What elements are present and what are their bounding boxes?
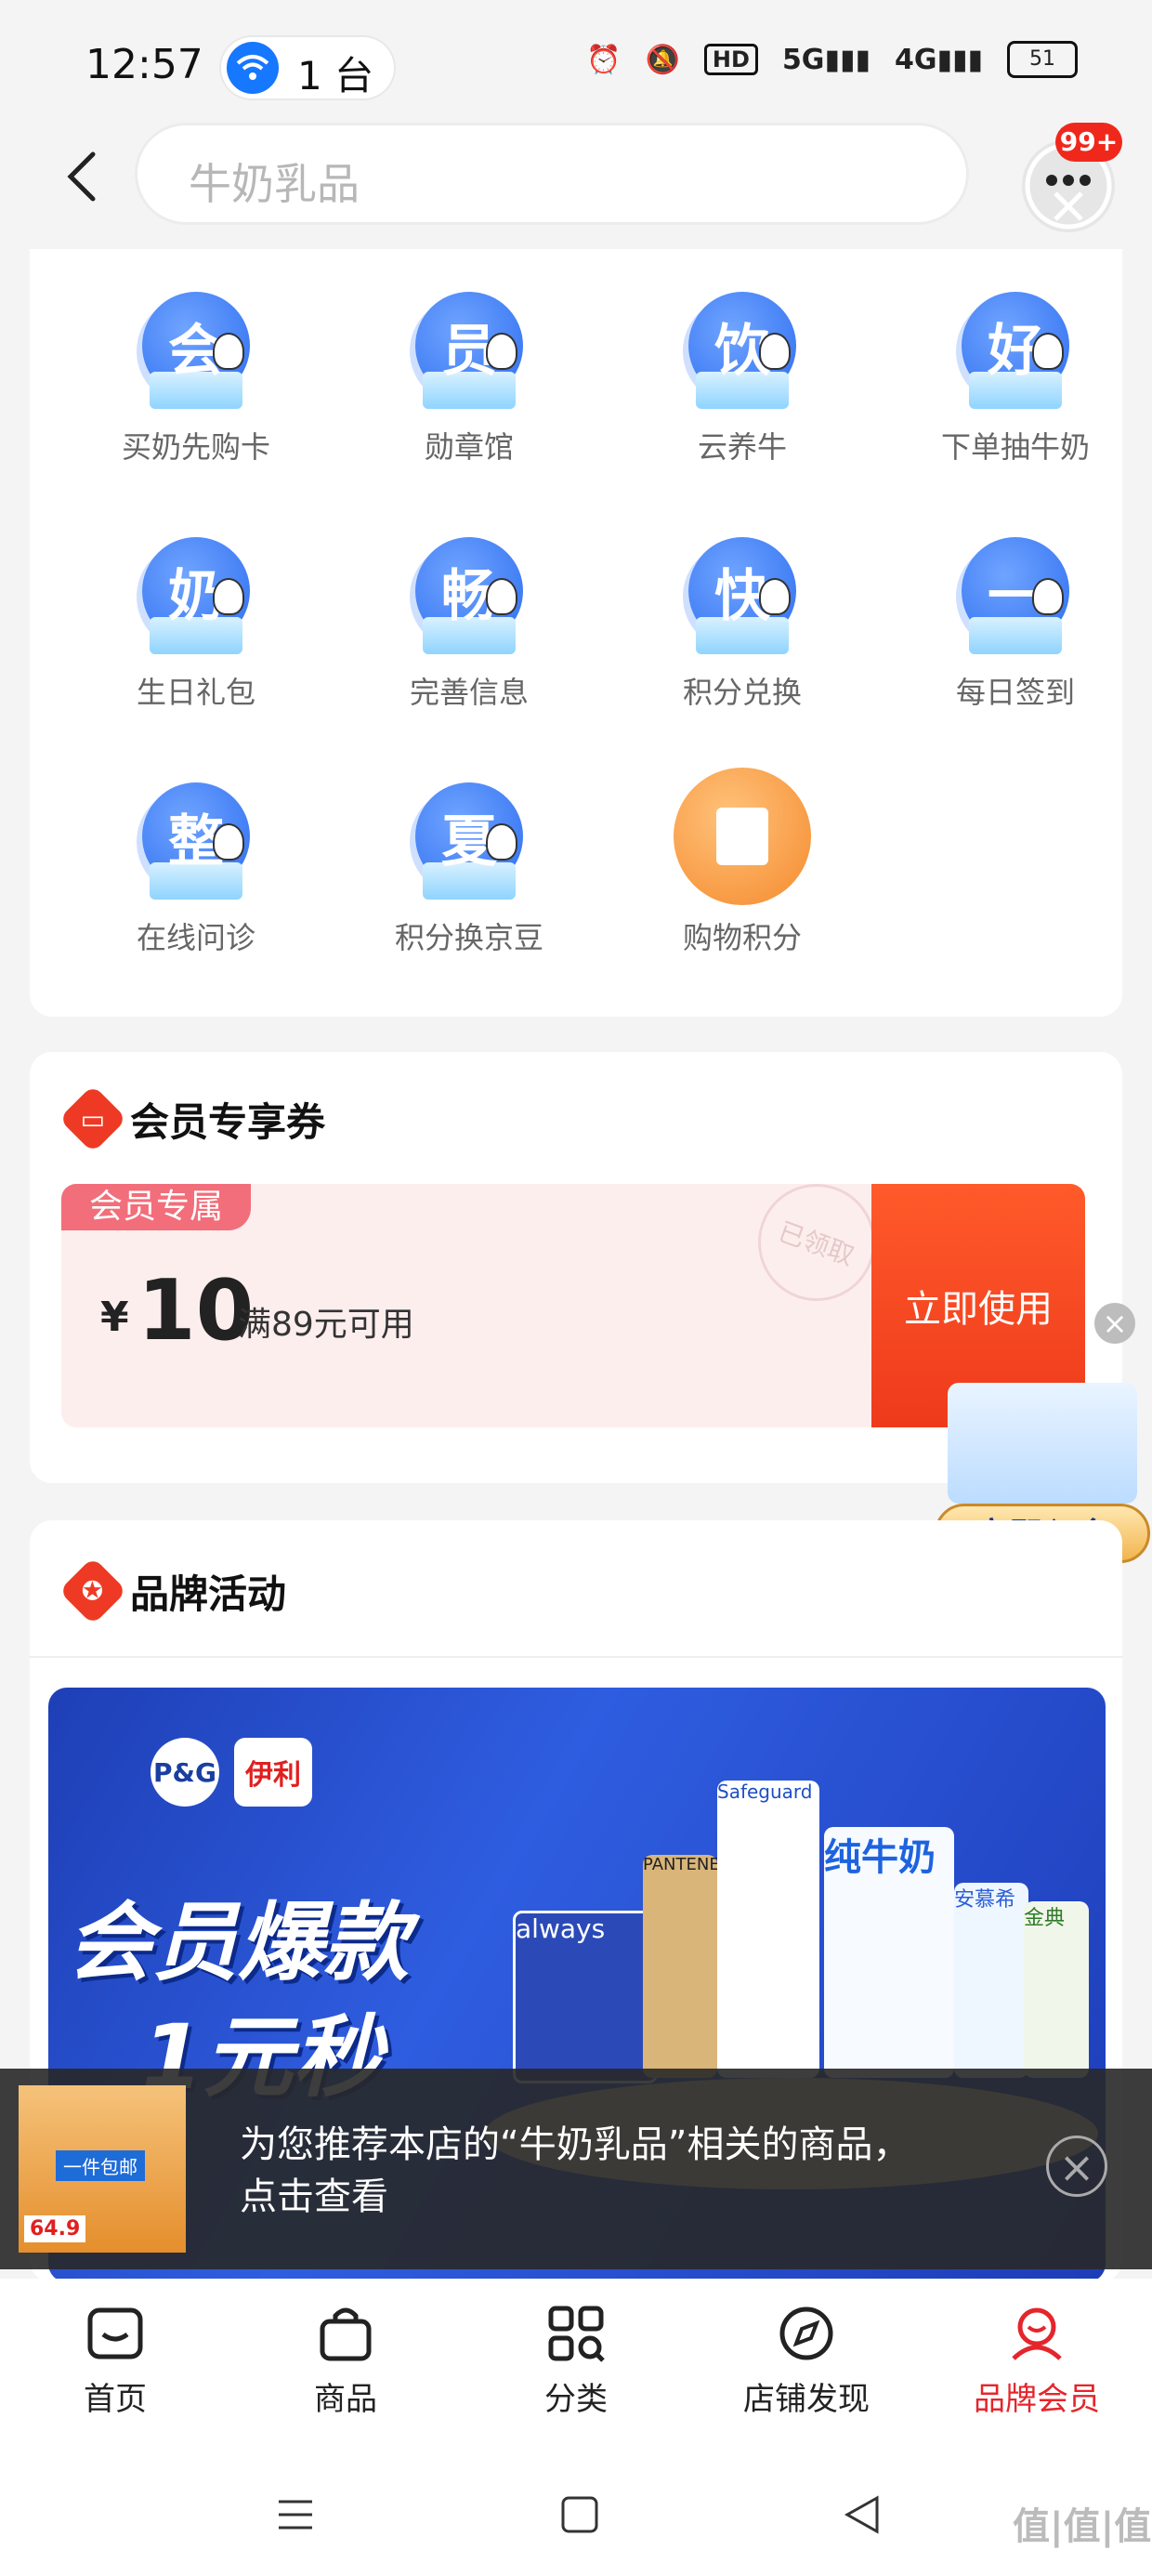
search-bar[interactable]: 牛奶乳品 [135, 123, 969, 225]
back-button[interactable] [58, 149, 113, 204]
benefit-icon: 奶 [142, 537, 250, 654]
benefit-icon: 会 [142, 292, 250, 409]
battery-icon: 51 [1007, 41, 1078, 78]
coupon-amount: 10 [137, 1262, 255, 1360]
banner-headline: 会员爆款 [67, 1893, 410, 1992]
status-icons: ⏰ 🔕 HD 5G▮▮▮ 4G▮▮▮ 51 [586, 41, 1078, 78]
section-title: 会员专享券 [130, 1099, 326, 1145]
shopping-bag-icon [674, 768, 811, 905]
benefit-icon: 一 [962, 537, 1069, 654]
signal-5g-icon: 5G▮▮▮ [781, 43, 871, 76]
benefit-label: 积分换京豆 [394, 920, 543, 955]
member-icon [1012, 2307, 1062, 2360]
home-square-icon[interactable] [559, 2494, 600, 2535]
compass-icon [779, 2307, 833, 2360]
divider [30, 1656, 1122, 1658]
coupon-condition: 满89元可用 [238, 1306, 414, 1344]
close-float-icon[interactable]: × [1094, 1303, 1135, 1344]
back-triangle-icon[interactable] [842, 2494, 883, 2535]
benefit-item[interactable]: 会 买奶先购卡 [61, 292, 331, 515]
benefit-item[interactable]: 好 下单抽牛奶 [881, 292, 1150, 515]
benefit-item[interactable]: 购物积分 [608, 768, 877, 991]
product-satine: 金典 [1024, 1901, 1089, 2078]
claimed-stamp: 已领取 [741, 1184, 892, 1318]
menu-icon[interactable] [275, 2494, 316, 2535]
nav-home[interactable]: 首页 [0, 2279, 230, 2464]
grid-icon [548, 2306, 605, 2362]
search-placeholder: 牛奶乳品 [189, 159, 360, 209]
status-bar: 12:57 1 台 ⏰ 🔕 HD 5G▮▮▮ 4G▮▮▮ 51 [0, 0, 1152, 130]
nav-brand-member[interactable]: 品牌会员 [922, 2279, 1152, 2464]
wifi-icon [227, 42, 279, 94]
benefit-icon: 快 [688, 537, 796, 654]
toast-message: 为您推荐本店的“牛奶乳品”相关的商品，点击查看 [240, 2123, 910, 2218]
benefit-label: 在线问诊 [136, 920, 255, 955]
benefit-item[interactable]: 夏 积分换京豆 [334, 782, 604, 1005]
benefit-icon: 夏 [415, 782, 523, 900]
system-nav-bar: 值|值|值 [0, 2464, 1152, 2576]
hotspot-count: 1 台 [297, 53, 374, 99]
benefit-label: 勋章馆 [424, 429, 514, 465]
benefit-icon: 整 [142, 782, 250, 900]
product-safeguard: Safeguard [717, 1781, 819, 2078]
mute-icon: 🔕 [645, 43, 680, 76]
signal-4g-icon: 4G▮▮▮ [894, 43, 983, 76]
coupon: 会员专属 ¥ 10 满89元可用 已领取 立即使用 [61, 1184, 1085, 1427]
watermark: 值|值|值 [1013, 2505, 1152, 2548]
benefit-label: 购物积分 [682, 920, 802, 955]
benefit-label: 完善信息 [409, 675, 529, 710]
benefit-label: 云养牛 [697, 429, 787, 465]
close-icon[interactable]: × [1046, 2136, 1107, 2197]
message-badge: 99+ [1055, 123, 1122, 162]
nav-products[interactable]: 商品 [230, 2279, 461, 2464]
brand-logos: P&G 伊利 [151, 1738, 312, 1807]
benefit-item[interactable]: 快 积分兑换 [608, 537, 877, 760]
benefit-icon: 畅 [415, 537, 523, 654]
status-time: 12:57 [85, 41, 203, 88]
pg-logo: P&G [151, 1738, 219, 1807]
benefit-icon: 饮 [688, 292, 796, 409]
benefit-item[interactable]: 奶 生日礼包 [61, 537, 331, 760]
thumb-tag: 一件包邮 [56, 2150, 145, 2181]
store-icon [87, 2307, 143, 2359]
coupon-section-icon: ▭ [59, 1084, 127, 1153]
coupon-tag: 会员专属 [61, 1184, 251, 1230]
nav-discover[interactable]: 店铺发现 [691, 2279, 922, 2464]
shopping-bag-icon [320, 2307, 372, 2361]
hd-icon: HD [703, 44, 758, 75]
benefit-label: 买奶先购卡 [121, 429, 270, 465]
benefit-label: 每日签到 [955, 675, 1075, 710]
benefit-label: 生日礼包 [136, 675, 255, 710]
product-always: always [513, 1911, 658, 2083]
benefit-icon: 好 [962, 292, 1069, 409]
chevron-left-icon [67, 151, 96, 202]
nav-category[interactable]: 分类 [461, 2279, 691, 2464]
benefit-label: 下单抽牛奶 [940, 429, 1090, 465]
yili-logo: 伊利 [234, 1738, 312, 1807]
product-ambrosial: 安慕希 [954, 1883, 1028, 2078]
member-benefits-card: 会 买奶先购卡 员 勋章馆 饮 云养牛 好 下单抽牛奶 奶 生日礼包 畅 完善信… [30, 249, 1122, 1017]
brand-section-icon: ✪ [59, 1557, 127, 1625]
benefit-item[interactable]: 整 在线问诊 [61, 782, 331, 1005]
join-products-image [948, 1383, 1137, 1504]
product-pantene: PANTENE [643, 1855, 720, 2078]
benefit-item[interactable]: 畅 完善信息 [334, 537, 604, 760]
benefit-item[interactable]: 一 每日签到 [881, 537, 1150, 760]
coupon-currency: ¥ [100, 1294, 129, 1341]
alarm-icon: ⏰ [586, 43, 622, 76]
benefit-label: 积分兑换 [682, 675, 802, 710]
benefit-icon: 员 [415, 292, 523, 409]
bottom-nav: 首页 商品 分类 店铺发现 品牌会员 [0, 2279, 1152, 2464]
product-pure-milk: 纯牛奶 [824, 1827, 954, 2078]
benefit-item[interactable]: 饮 云养牛 [608, 292, 877, 515]
recommendation-toast[interactable]: 一件包邮 64.9 为您推荐本店的“牛奶乳品”相关的商品，点击查看 × [0, 2069, 1152, 2269]
toast-thumbnail: 一件包邮 64.9 [19, 2085, 186, 2253]
benefit-item[interactable]: 员 勋章馆 [334, 292, 604, 515]
thumb-price: 64.9 [24, 2215, 86, 2242]
section-title: 品牌活动 [130, 1571, 287, 1617]
hotspot-pill[interactable]: 1 台 [219, 35, 396, 100]
